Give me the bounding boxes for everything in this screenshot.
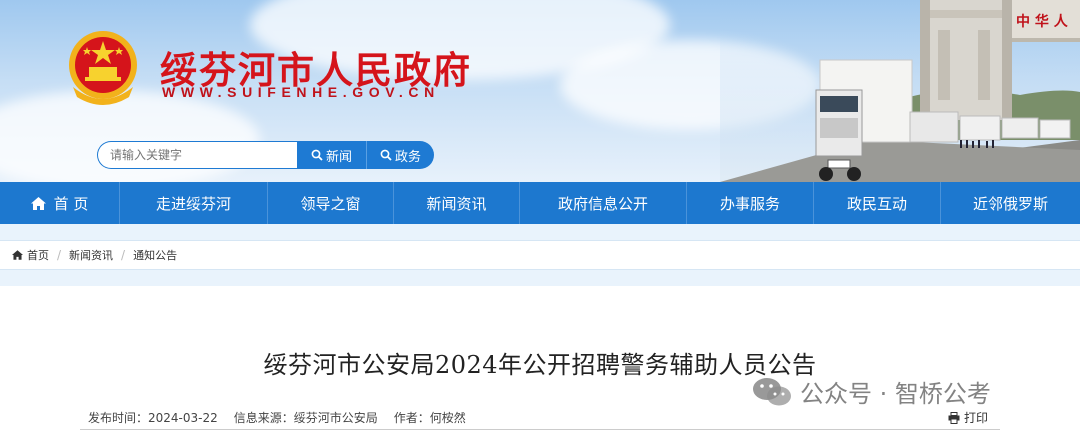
search-gov-button[interactable]: 政务 (367, 141, 434, 169)
banner-sign-text: 中 华 人 (1016, 13, 1069, 30)
home-icon (12, 250, 23, 260)
nav-item-home[interactable]: 首 页 (0, 182, 120, 224)
search-bar: 新闻 政务 (97, 141, 434, 169)
search-news-button[interactable]: 新闻 (297, 141, 367, 169)
watermark-text: 公众号 · 智桥公考 (800, 380, 991, 408)
nav-item-label: 领导之窗 (300, 194, 361, 213)
info-source: 信息来源：绥芬河市公安局 (233, 411, 378, 425)
search-news-label: 新闻 (325, 149, 352, 165)
breadcrumb-notices[interactable]: 通知公告 (133, 247, 177, 263)
national-emblem-icon (69, 31, 137, 105)
publish-time: 发布时间：2024-03-22 (88, 411, 218, 425)
nav-item-news[interactable]: 新闻资讯 (394, 182, 520, 224)
breadcrumb-separator: / (57, 248, 62, 262)
wechat-icon (753, 377, 791, 405)
article-meta: 发布时间：2024-03-22 信息来源：绥芬河市公安局 作者：何桉然 (88, 409, 466, 426)
site-url: WWW.SUIFENHE.GOV.CN (162, 84, 440, 100)
nav-item-label: 走进绥芬河 (155, 194, 231, 213)
nav-item-label: 政府信息公开 (557, 194, 648, 213)
nav-item-gov-info[interactable]: 政府信息公开 (520, 182, 687, 224)
search-input[interactable] (97, 141, 297, 169)
nav-item-label: 新闻资讯 (426, 194, 487, 213)
nav-item-label: 政民互动 (846, 194, 907, 213)
search-icon (380, 149, 392, 161)
breadcrumb-home[interactable]: 首页 (12, 247, 49, 263)
watermark: 公众号 · 智桥公考 (752, 374, 991, 409)
home-icon (30, 196, 46, 210)
nav-item-interaction[interactable]: 政民互动 (814, 182, 941, 224)
nav-item-label: 首 页 (53, 194, 89, 213)
breadcrumb-label: 新闻资讯 (69, 249, 114, 262)
author: 作者：何桉然 (393, 411, 466, 425)
breadcrumb-news[interactable]: 新闻资讯 (69, 247, 113, 263)
nav-item-about[interactable]: 走进绥芬河 (120, 182, 268, 224)
print-button[interactable]: 打印 (948, 409, 988, 426)
search-icon (311, 149, 323, 161)
nav-item-services[interactable]: 办事服务 (687, 182, 814, 224)
print-label: 打印 (964, 411, 989, 425)
breadcrumb-label: 首页 (27, 249, 49, 262)
search-gov-label: 政务 (394, 149, 421, 165)
nav-item-label: 办事服务 (719, 194, 780, 213)
printer-icon (948, 411, 960, 424)
meta-divider (80, 429, 1000, 430)
spacer-band (0, 270, 1080, 286)
site-header: 绥芬河市人民政府 WWW.SUIFENHE.GOV.CN 新闻 政务 中 华 人 (0, 0, 1080, 182)
border-gate-banner-image: 中 华 人 (720, 0, 1080, 182)
nav-item-russia[interactable]: 近邻俄罗斯 (941, 182, 1080, 224)
breadcrumb: 首页 / 新闻资讯 / 通知公告 (0, 240, 1080, 270)
breadcrumb-separator: / (121, 248, 126, 262)
spacer-band (0, 224, 1080, 240)
breadcrumb-label: 通知公告 (133, 249, 178, 262)
nav-item-label: 近邻俄罗斯 (972, 194, 1048, 213)
main-nav: 首 页 走进绥芬河 领导之窗 新闻资讯 政府信息公开 办事服务 政民互动 近邻俄… (0, 182, 1080, 224)
nav-item-leaders[interactable]: 领导之窗 (268, 182, 394, 224)
